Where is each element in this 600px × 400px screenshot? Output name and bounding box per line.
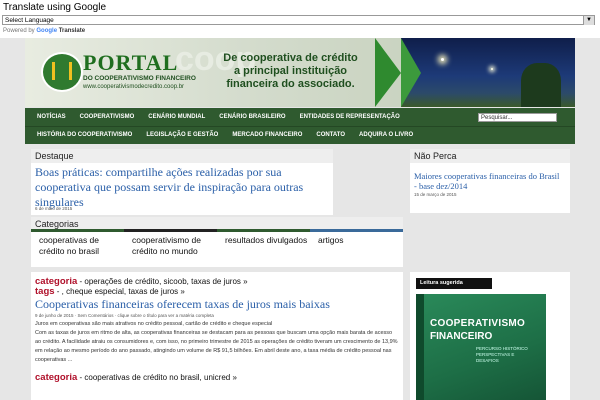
nav-noticias[interactable]: NOTÍCIAS	[25, 108, 73, 126]
articles-list: categoria - operações de crédito, sicoob…	[31, 272, 403, 400]
category-artigos[interactable]: artigos	[310, 235, 403, 257]
destaque-label: Destaque	[31, 149, 333, 163]
nav-cooperativismo[interactable]: COOPERATIVISMO	[73, 108, 142, 126]
language-select-value: Select Language	[5, 17, 54, 24]
book-subtitle: PERCURSO HISTÓRICO PERSPECTIVAS E DESAFI…	[476, 346, 528, 363]
nav-row-2: HISTÓRIA DO COOPERATIVISMO LEGISLAÇÃO E …	[25, 126, 420, 144]
main-nav: NOTÍCIAS COOPERATIVISMO CENÁRIO MUNDIAL …	[25, 108, 575, 144]
site-slogan: De cooperativa de crédito a principal in…	[223, 52, 358, 90]
article-categories: categoria - cooperativas de crédito no b…	[35, 372, 237, 383]
destaque-headline-link[interactable]: Boas práticas: compartilhe ações realiza…	[35, 165, 330, 210]
article-headline-link[interactable]: Cooperativas financeiras oferecem taxas …	[31, 297, 403, 312]
site-subtitle: DO COOPERATIVISMO FINANCEIRO	[83, 75, 196, 82]
google-logo: Google	[36, 28, 58, 34]
leitura-sugerida-panel: Leitura sugerida COOPERATIVISMO FINANCEI…	[410, 272, 570, 400]
site-brand: PORTAL	[83, 50, 179, 75]
category-bar-1	[31, 229, 124, 232]
article-excerpt: Com as taxas de juros em ritmo de alta, …	[35, 330, 398, 363]
nao-perca-date: 15 de março de 2015	[414, 192, 457, 197]
nav-mercado-financeiro[interactable]: MERCADO FINANCEIRO	[225, 126, 309, 144]
site-header-banner[interactable]: coop PORTAL DO COOPERATIVISMO FINANCEIRO…	[25, 38, 575, 107]
book-title-line1: COOPERATIVISMO	[430, 318, 526, 329]
nav-contato[interactable]: CONTATO	[309, 126, 352, 144]
destaque-date: 6 de maio de 2015	[35, 206, 73, 211]
arrow-decoration-icon	[375, 38, 401, 107]
categorias-panel: Categorias cooperativas de crédito no br…	[31, 217, 403, 267]
category-bar-2	[124, 229, 217, 232]
site-url: www.cooperativismodecredito.coop.br	[83, 84, 185, 90]
category-bar-4	[310, 229, 403, 232]
category-cooperativas-brasil[interactable]: cooperativas de crédito no brasil	[31, 235, 124, 257]
book-cover-image[interactable]: COOPERATIVISMO FINANCEIRO PERCURSO HISTÓ…	[416, 294, 546, 400]
powered-by: Powered by Google Translate	[3, 28, 86, 34]
arrow-decoration-icon	[401, 38, 421, 107]
google-translate-bar: Translate using Google Select Language ▼…	[0, 0, 600, 38]
category-resultados[interactable]: resultados divulgados	[217, 235, 310, 257]
nao-perca-label: Não Perca	[410, 149, 570, 163]
nav-adquira-livro[interactable]: ADQUIRA O LIVRO	[352, 126, 420, 144]
translate-title: Translate using Google	[3, 2, 107, 13]
nao-perca-headline-link[interactable]: Maiores cooperativas financeiras do Bras…	[414, 171, 564, 191]
header-photo	[401, 38, 575, 107]
nav-entidades[interactable]: ENTIDADES DE REPRESENTAÇÃO	[293, 108, 407, 126]
category-list: cooperativas de crédito no brasil cooper…	[31, 235, 403, 257]
article-meta: 9 de junho de 2015 · Sem Comentários · c…	[35, 313, 214, 318]
article-tags: tags - , cheque especial, taxas de juros…	[35, 286, 185, 297]
article-lead: Juros em cooperativas são mais atrativos…	[35, 321, 273, 327]
nav-cenario-brasileiro[interactable]: CENÁRIO BRASILEIRO	[212, 108, 292, 126]
logo-icon	[41, 52, 83, 92]
book-title-line2: FINANCEIRO	[430, 331, 493, 342]
nao-perca-panel: Não Perca Maiores cooperativas financeir…	[410, 149, 570, 213]
nav-legislacao[interactable]: LEGISLAÇÃO E GESTÃO	[139, 126, 225, 144]
destaque-panel: Destaque Boas práticas: compartilhe açõe…	[31, 149, 333, 215]
leitura-sugerida-label: Leitura sugerida	[416, 278, 492, 289]
chevron-down-icon: ▼	[583, 16, 594, 25]
nav-historia[interactable]: HISTÓRIA DO COOPERATIVISMO	[25, 126, 139, 144]
article-categories: categoria - operações de crédito, sicoob…	[35, 276, 248, 287]
nav-cenario-mundial[interactable]: CENÁRIO MUNDIAL	[141, 108, 212, 126]
category-cooperativismo-mundo[interactable]: cooperativismo de crédito no mundo	[124, 235, 217, 257]
category-bar-3	[217, 229, 310, 232]
search-input[interactable]: Pesquisar...	[478, 113, 557, 122]
language-select[interactable]: Select Language ▼	[2, 15, 595, 25]
